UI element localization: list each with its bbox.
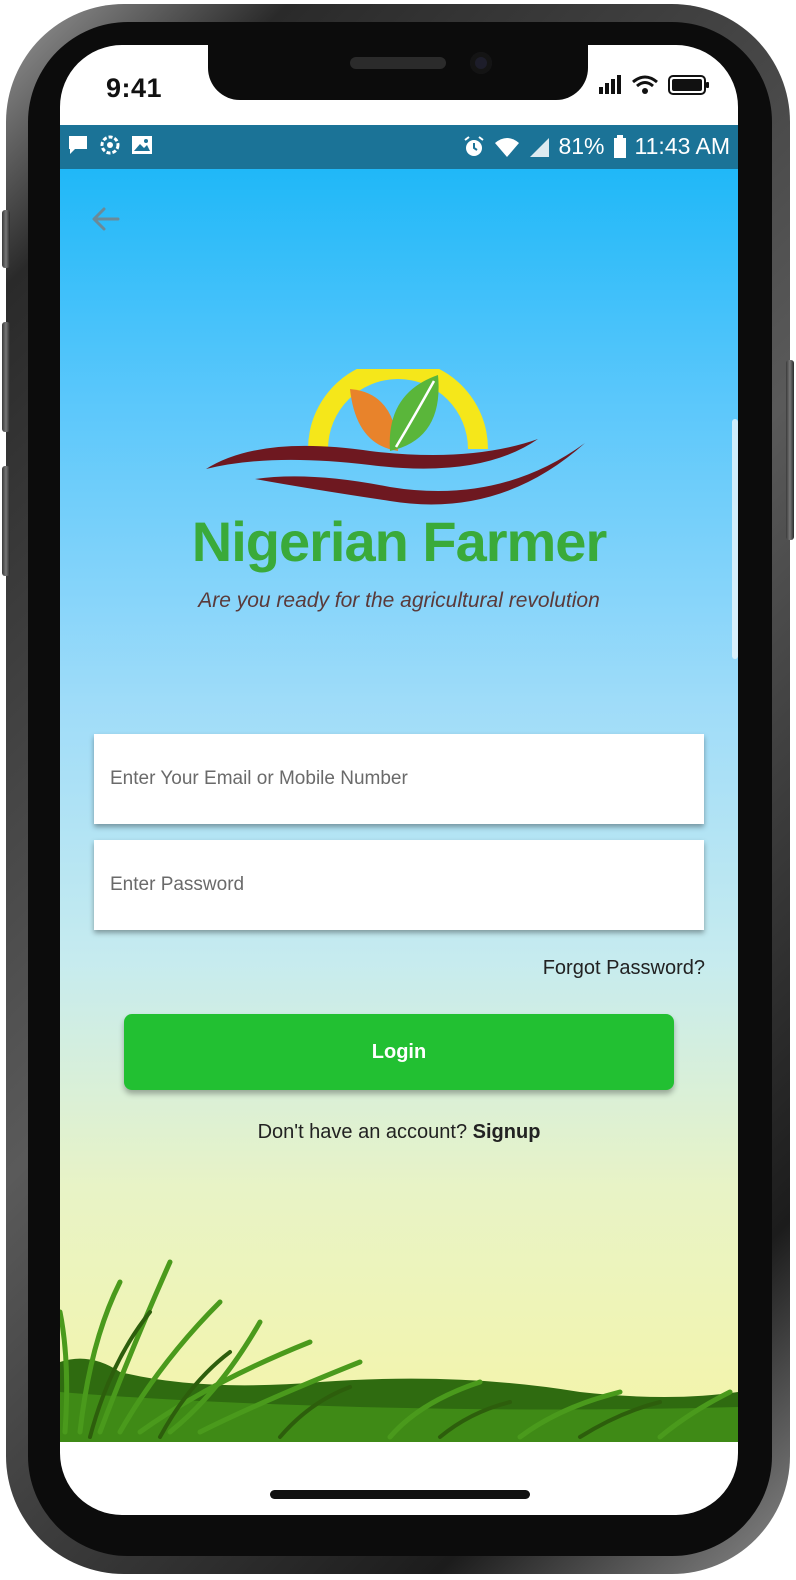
speaker-grille [350,57,446,69]
volume-up-button [2,322,10,432]
home-indicator[interactable] [270,1490,530,1499]
password-input[interactable] [94,840,704,930]
android-signal-icon [530,137,550,157]
forgot-password-link[interactable]: Forgot Password? [543,957,705,980]
power-button [786,360,794,540]
android-clock: 11:43 AM [634,133,730,159]
signal-icon [599,75,621,94]
android-notification-icons [66,133,154,157]
battery-icon [668,75,709,95]
android-system-icons: 81% 11:43 AM [462,133,730,160]
mute-switch [2,210,10,268]
alarm-icon [464,135,485,156]
grass-illustration [60,1259,738,1442]
brand-name: Nigerian Farmer [191,510,608,573]
login-button[interactable]: Login [124,1014,674,1090]
message-icon [69,136,87,154]
battery-percent: 81% [558,133,605,159]
notch [208,45,588,100]
volume-down-button [2,466,10,576]
wifi-icon [632,75,658,94]
android-wifi-icon [495,137,520,157]
android-status-bar: 81% 11:43 AM [60,125,738,169]
email-or-mobile-input[interactable] [94,734,704,824]
front-camera [470,52,492,74]
signup-link[interactable]: Signup [473,1121,541,1143]
login-screen: Nigerian Farmer Are you ready for the ag… [60,169,738,1442]
brand-tagline: Are you ready for the agricultural revol… [198,589,600,612]
settings-icon [100,135,120,155]
signup-prompt-text: Don't have an account? [257,1121,468,1143]
image-icon [132,136,152,154]
ios-status-icons [598,75,710,95]
phone-screen: 9:41 81% 11:43 AM Nigerian Farmer Are yo… [60,45,738,1515]
ios-clock: 9:41 [106,73,163,103]
signup-prompt-row: Don't have an account? Signup [60,1121,738,1144]
back-arrow-icon[interactable] [86,199,126,239]
android-battery-icon [613,134,626,158]
